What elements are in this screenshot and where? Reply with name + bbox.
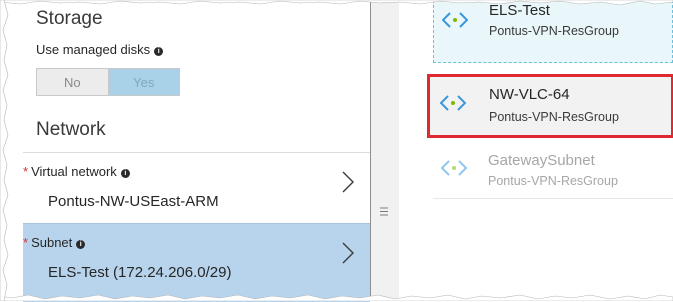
subnet-name: NW-VLC-64 [489,86,570,103]
subnet-label-text: Subnet [31,235,73,250]
managed-disks-label-text: Use managed disks [36,42,151,57]
info-icon[interactable]: i [154,47,164,56]
subnet-list-item[interactable]: NW-VLC-64 Pontus-VPN-ResGroup [427,74,673,138]
info-icon[interactable]: i [120,169,130,178]
virtual-network-label-text: Virtual network [31,164,117,179]
chevron-right-icon [342,242,354,264]
toggle-yes-option[interactable]: Yes [108,69,179,95]
vnet-icon [440,95,466,111]
grip-icon[interactable] [380,207,388,216]
subnet-resource-group: Pontus-VPN-ResGroup [489,24,619,38]
managed-disks-toggle[interactable]: No Yes [36,68,180,96]
vnet-icon [442,12,468,28]
chevron-right-icon [342,171,354,193]
managed-disks-label: Use managed disks i [36,42,164,57]
subnet-resource-group: Pontus-VPN-ResGroup [488,174,618,188]
subnet-list-pane: ELS-Test Pontus-VPN-ResGroup NW-VLC-64 P… [399,0,673,301]
subnet-list-item[interactable]: GatewaySubnet Pontus-VPN-ResGroup [433,146,673,199]
subnet-name: GatewaySubnet [488,152,595,169]
required-asterisk: * [23,235,29,250]
required-asterisk: * [23,164,29,179]
settings-pane: Storage Use managed disks i No Yes Networ… [0,0,370,302]
info-icon[interactable]: i [76,240,86,249]
blade-splitter[interactable] [370,0,400,301]
storage-section-title: Storage [36,8,103,29]
subnet-name: ELS-Test [489,2,550,19]
toggle-no-option[interactable]: No [37,69,109,95]
subnet-resource-group: Pontus-VPN-ResGroup [489,110,619,124]
subnet-picker[interactable]: * Subnet i ELS-Test (172.24.206.0/29) [23,223,370,302]
virtual-network-label: * Virtual network i [23,164,130,179]
subnet-list-item[interactable]: ELS-Test Pontus-VPN-ResGroup [433,0,673,63]
vnet-icon [441,160,467,176]
subnet-label: * Subnet i [23,235,86,250]
virtual-network-value: Pontus-NW-USEast-ARM [48,193,219,210]
network-section-title: Network [36,119,106,140]
subnet-value: ELS-Test (172.24.206.0/29) [48,264,232,281]
virtual-network-picker[interactable]: * Virtual network i Pontus-NW-USEast-ARM [23,152,370,223]
